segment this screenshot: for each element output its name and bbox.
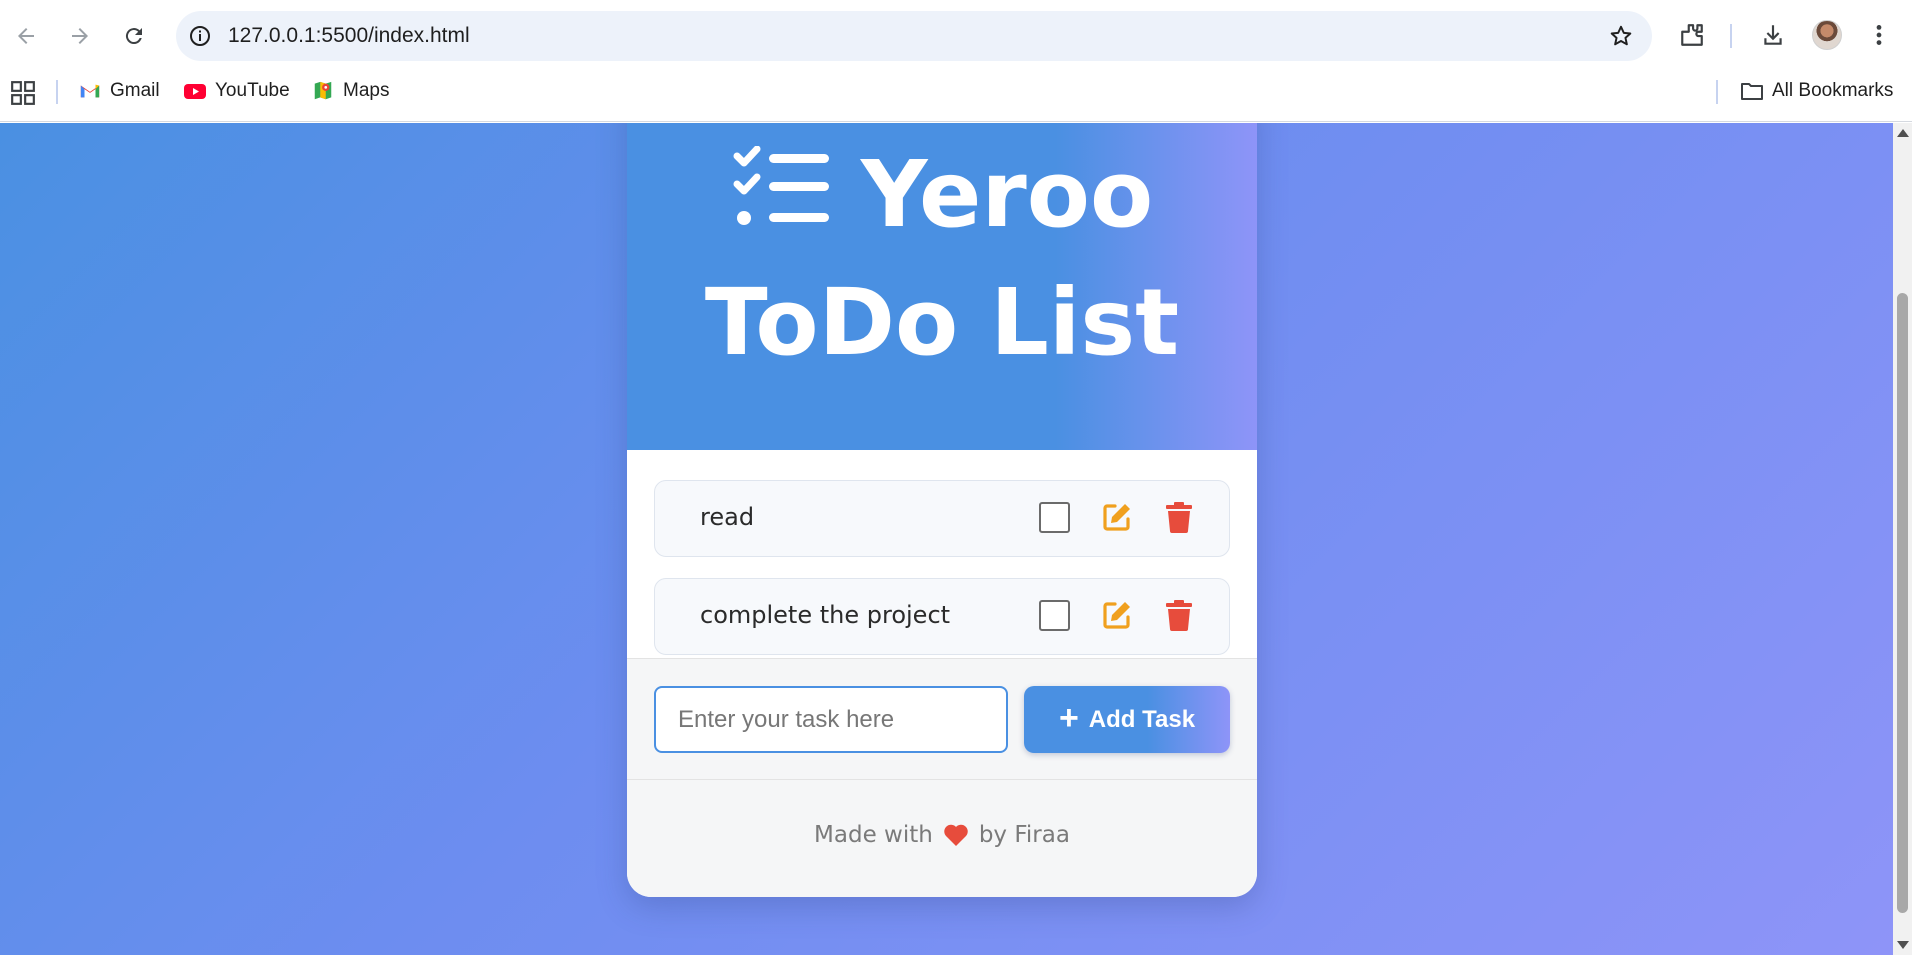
scroll-thumb[interactable]: [1897, 293, 1908, 913]
page-scrollbar[interactable]: [1893, 123, 1912, 955]
forward-button[interactable]: [58, 14, 102, 58]
task-checkbox[interactable]: [1039, 502, 1070, 533]
back-button[interactable]: [4, 14, 48, 58]
bookmarks-right-divider: [1716, 80, 1718, 104]
apps-grid-icon[interactable]: [10, 80, 36, 106]
maps-icon: [311, 79, 335, 103]
bookmark-maps[interactable]: Maps: [311, 78, 389, 104]
bookmark-label: YouTube: [215, 80, 290, 101]
task-checkbox[interactable]: [1039, 600, 1070, 631]
reload-button[interactable]: [112, 14, 156, 58]
site-info-icon[interactable]: [186, 22, 214, 50]
trash-icon[interactable]: [1165, 599, 1193, 631]
task-item: complete the project: [654, 578, 1230, 655]
youtube-icon: [183, 79, 207, 103]
back-arrow-icon: [18, 28, 34, 44]
bookmarks-divider: [56, 80, 58, 104]
menu-kebab-icon[interactable]: [1860, 16, 1898, 54]
toolbar-divider: [1730, 24, 1732, 48]
download-icon[interactable]: [1754, 16, 1792, 54]
gmail-icon: [78, 79, 102, 103]
footer-suffix: by Firaa: [978, 822, 1070, 848]
task-text: complete the project: [700, 601, 951, 629]
bookmark-gmail[interactable]: Gmail: [78, 78, 160, 104]
scroll-down-arrow-icon[interactable]: [1897, 941, 1909, 949]
title-line-2: ToDo List: [704, 269, 1180, 376]
bookmark-youtube[interactable]: YouTube: [183, 78, 290, 104]
task-list-icon: [733, 146, 829, 225]
all-bookmarks-button[interactable]: All Bookmarks: [1740, 78, 1893, 104]
task-item: read: [654, 480, 1230, 557]
bookmark-label: Maps: [343, 80, 390, 101]
footer: Made with by Firaa: [627, 780, 1257, 897]
todo-card: Yeroo ToDo List read complete the projec…: [627, 123, 1257, 897]
card-header: Yeroo ToDo List: [627, 123, 1257, 450]
footer-text: Made with by Firaa: [627, 822, 1257, 848]
browser-toolbar: 127.0.0.1:5500/index.html: [0, 0, 1912, 70]
trash-icon[interactable]: [1165, 501, 1193, 533]
reload-icon: [125, 28, 142, 45]
all-bookmarks-label: All Bookmarks: [1772, 80, 1894, 101]
folder-icon: [1740, 79, 1764, 103]
add-task-label: Add Task: [1088, 705, 1196, 733]
task-list: read complete the project: [627, 450, 1257, 658]
bookmark-label: Gmail: [110, 80, 160, 101]
bookmark-star-icon[interactable]: [1608, 23, 1634, 49]
address-bar[interactable]: 127.0.0.1:5500/index.html: [176, 11, 1652, 61]
title-line-1: Yeroo: [860, 141, 1154, 248]
profile-avatar[interactable]: [1812, 20, 1842, 50]
plus-icon: +: [1058, 699, 1079, 737]
extensions-icon[interactable]: [1673, 16, 1711, 54]
add-task-button[interactable]: + Add Task: [1024, 686, 1230, 753]
forward-arrow-icon: [72, 28, 88, 44]
scroll-up-arrow-icon[interactable]: [1897, 129, 1909, 137]
footer-prefix: Made with: [814, 822, 933, 848]
page-viewport: Yeroo ToDo List read complete the projec…: [0, 123, 1893, 955]
add-task-area: + Add Task: [627, 658, 1257, 780]
task-text: read: [700, 503, 755, 531]
edit-icon[interactable]: [1101, 599, 1133, 631]
app-title: Yeroo ToDo List: [627, 131, 1257, 387]
edit-icon[interactable]: [1101, 501, 1133, 533]
heart-icon: [944, 824, 968, 846]
task-input[interactable]: [654, 686, 1008, 753]
url-text[interactable]: 127.0.0.1:5500/index.html: [228, 24, 470, 48]
